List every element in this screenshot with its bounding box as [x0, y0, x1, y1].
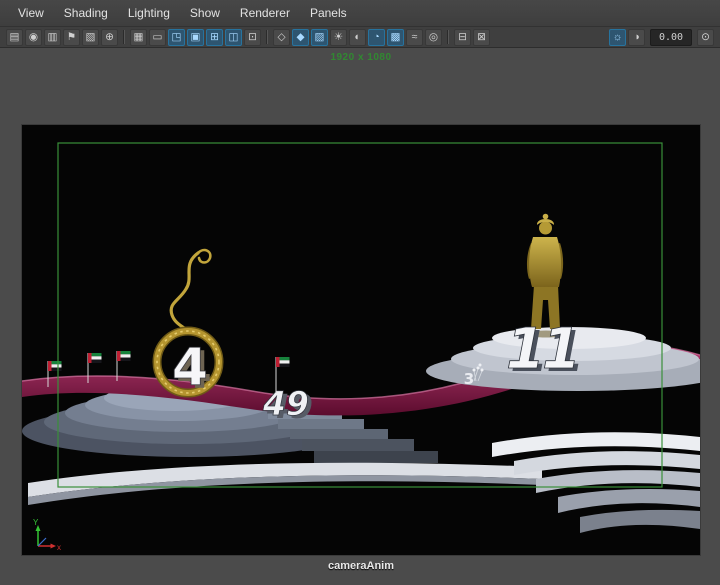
textured-icon[interactable]: ▨: [311, 28, 328, 46]
safe-title-icon[interactable]: ⊡: [244, 28, 261, 46]
toolbar-separator: [123, 30, 125, 44]
toolbar-separator: [266, 30, 268, 44]
exposure-icon[interactable]: ☼: [609, 28, 626, 46]
safe-action-icon[interactable]: ◫: [225, 28, 242, 46]
shadows-icon[interactable]: ◐: [349, 28, 366, 46]
grid-icon[interactable]: ▦: [130, 28, 147, 46]
motion-blur-icon[interactable]: ≈: [406, 28, 423, 46]
camera-select-icon[interactable]: ▤: [6, 28, 23, 46]
camera-lock-icon[interactable]: ◉: [25, 28, 42, 46]
mid-number: 49: [262, 384, 309, 423]
toolbar-exposure-group: ☼ ◑ ⊙: [608, 28, 715, 46]
menu-show[interactable]: Show: [180, 0, 230, 26]
small-number: 3: [464, 370, 474, 388]
toolbar-separator: [447, 30, 449, 44]
depth-of-field-icon[interactable]: ◎: [425, 28, 442, 46]
gamma-icon[interactable]: ⊙: [697, 28, 714, 46]
wireframe-icon[interactable]: ◇: [273, 28, 290, 46]
gate-mask-icon[interactable]: ▣: [187, 28, 204, 46]
scene-render: 11 11 49 49 3 4 4 Y x: [22, 125, 700, 555]
maya-viewport-panel: View Shading Lighting Show Renderer Pane…: [0, 0, 720, 585]
exposure-field[interactable]: [650, 28, 692, 46]
menu-view[interactable]: View: [8, 0, 54, 26]
resolution-gate-label: 1920 x 1080: [330, 52, 392, 63]
podium-number: 11: [506, 317, 578, 382]
axis-y-label: Y: [33, 518, 39, 527]
xray-icon[interactable]: ⊠: [473, 28, 490, 46]
pan-zoom-icon[interactable]: ⊕: [101, 28, 118, 46]
menu-renderer[interactable]: Renderer: [230, 0, 300, 26]
field-chart-icon[interactable]: ⊞: [206, 28, 223, 46]
image-plane-icon[interactable]: ▧: [82, 28, 99, 46]
resolution-gate-icon[interactable]: ◳: [168, 28, 185, 46]
ring-number: 4: [172, 338, 208, 398]
panel-toolbar: ▤ ◉ ▥ ⚑ ▧ ⊕ ▦ ▭ ◳ ▣ ⊞ ◫ ⊡ ◇ ◆ ▨ ☀ ◐ ◔ ▩ …: [0, 27, 720, 48]
anti-alias-icon[interactable]: ▩: [387, 28, 404, 46]
camera-view[interactable]: 11 11 49 49 3 4 4 Y x: [21, 124, 701, 556]
ambient-occlusion-icon[interactable]: ◔: [368, 28, 385, 46]
menu-panels[interactable]: Panels: [300, 0, 357, 26]
film-gate-icon[interactable]: ▭: [149, 28, 166, 46]
menu-lighting[interactable]: Lighting: [118, 0, 180, 26]
smooth-shade-icon[interactable]: ◆: [292, 28, 309, 46]
camera-name-label: cameraAnim: [327, 560, 395, 572]
viewport[interactable]: 1920 x 1080 11 11 49 49 3 4 4 Y x camera…: [0, 48, 720, 585]
menu-shading[interactable]: Shading: [54, 0, 118, 26]
lights-icon[interactable]: ☀: [330, 28, 347, 46]
axis-x-label: x: [57, 543, 61, 552]
panel-menu-bar: View Shading Lighting Show Renderer Pane…: [0, 0, 720, 27]
isolate-select-icon[interactable]: ⊟: [454, 28, 471, 46]
contrast-icon[interactable]: ◑: [628, 28, 645, 46]
bookmark-icon[interactable]: ⚑: [63, 28, 80, 46]
camera-attributes-icon[interactable]: ▥: [44, 28, 61, 46]
